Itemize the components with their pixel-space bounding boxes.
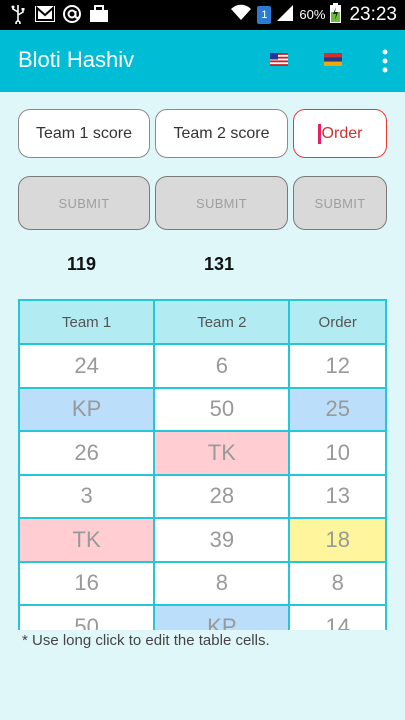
briefcase-icon (89, 4, 109, 24)
us-flag-icon[interactable] (270, 53, 288, 66)
table-cell[interactable]: 28 (153, 473, 291, 519)
table-cell[interactable]: 8 (153, 560, 291, 606)
team2-total: 131 (204, 254, 235, 274)
table-cell[interactable]: 26 (18, 430, 156, 476)
header-team1: Team 1 (18, 299, 156, 345)
table-row: 26 TK 10 (18, 430, 387, 476)
system-icons: 1 60% 23:23 (230, 3, 397, 26)
submit-team2-button[interactable]: SUBMIT (155, 176, 288, 230)
sim-badge: 1 (257, 5, 272, 24)
table-cell[interactable]: 39 (153, 517, 291, 563)
email-at-icon (62, 4, 82, 24)
order-placeholder: Order (321, 124, 363, 142)
battery-percent: 60% (299, 7, 326, 22)
score-table-scroll[interactable]: Team 1 Team 2 Order 24 6 12 KP 50 25 26 … (18, 299, 388, 630)
long-click-hint: * Use long click to edit the table cells… (22, 632, 270, 649)
header-team2: Team 2 (153, 299, 291, 345)
table-header-row: Team 1 Team 2 Order (18, 299, 387, 345)
table-cell[interactable]: KP (153, 604, 291, 630)
table-cell[interactable]: TK (18, 517, 156, 563)
order-input[interactable]: Order (293, 109, 387, 158)
table-cell[interactable]: 6 (153, 343, 291, 389)
app-title: Bloti Hashiv (18, 47, 135, 72)
submit-team1-button[interactable]: SUBMIT (18, 176, 150, 230)
team1-score-placeholder: Team 1 score (35, 124, 133, 142)
team2-score-input[interactable]: Team 2 score (155, 109, 288, 158)
team2-score-placeholder: Team 2 score (173, 124, 270, 142)
team1-score-input[interactable]: Team 1 score (18, 109, 150, 158)
clock: 23:23 (349, 3, 397, 25)
team1-total: 119 (67, 254, 97, 274)
armenia-flag-icon[interactable] (324, 53, 342, 66)
table-row: 24 6 12 (18, 343, 387, 389)
overflow-menu-icon[interactable] (381, 49, 389, 73)
text-cursor (317, 123, 321, 144)
table-cell[interactable]: 10 (288, 430, 387, 476)
table-row: 3 28 13 (18, 473, 387, 519)
table-row: TK 39 18 (18, 517, 387, 563)
header-order: Order (288, 299, 387, 345)
notification-icons (8, 4, 109, 24)
table-cell[interactable]: 8 (288, 560, 387, 606)
table-cell[interactable]: KP (18, 386, 156, 432)
table-cell[interactable]: 50 (153, 386, 291, 432)
table-cell[interactable]: 16 (18, 560, 156, 606)
table-cell[interactable]: 25 (288, 386, 387, 432)
table-row: 16 8 8 (18, 560, 387, 606)
table-cell[interactable]: 14 (288, 604, 387, 630)
table-cell[interactable]: 12 (288, 343, 387, 389)
score-table: Team 1 Team 2 Order 24 6 12 KP 50 25 26 … (18, 299, 387, 630)
table-cell[interactable]: 18 (288, 517, 387, 563)
gmail-icon (35, 4, 55, 24)
table-cell[interactable]: TK (153, 430, 291, 476)
status-bar: 1 60% 23:23 (0, 0, 405, 30)
app-toolbar: Bloti Hashiv (0, 30, 405, 92)
table-cell[interactable]: 3 (18, 473, 156, 519)
wifi-icon (230, 4, 252, 25)
usb-icon (8, 4, 28, 24)
table-cell[interactable]: 24 (18, 343, 156, 389)
battery-charging-icon (330, 3, 342, 26)
table-row: KP 50 25 (18, 386, 387, 432)
signal-icon (276, 4, 294, 25)
table-cell[interactable]: 13 (288, 473, 387, 519)
table-row: 50 KP 14 (18, 604, 387, 630)
submit-order-button[interactable]: SUBMIT (293, 176, 387, 230)
table-cell[interactable]: 50 (18, 604, 156, 630)
